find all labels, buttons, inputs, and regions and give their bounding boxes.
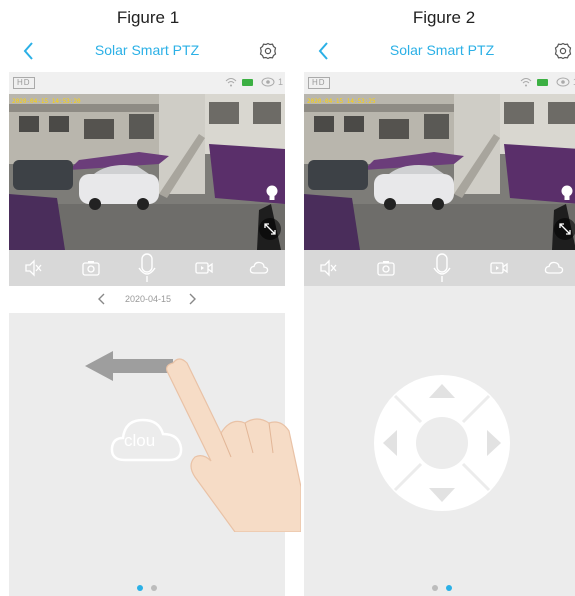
hd-quality-button[interactable]: HD (13, 77, 35, 89)
page-dot-1[interactable] (137, 585, 143, 591)
page-indicator (9, 578, 285, 591)
camera-scene (304, 94, 575, 250)
back-icon[interactable] (19, 40, 39, 62)
cloud-icon[interactable] (249, 258, 269, 278)
microphone-icon[interactable] (137, 252, 157, 284)
record-icon[interactable] (489, 258, 509, 278)
camera-live-view[interactable]: 2020-04-15 14:53:25 (304, 94, 575, 250)
app-screen-figure-2: Solar Smart PTZ HD 1 (304, 34, 575, 596)
page-indicator (304, 578, 575, 591)
figure-2-caption: Figure 2 (412, 8, 476, 27)
date-prev-icon[interactable] (97, 293, 107, 305)
settings-icon[interactable] (554, 42, 572, 60)
control-bar (9, 250, 285, 286)
fullscreen-icon[interactable] (259, 218, 281, 240)
page-dot-2[interactable] (446, 585, 452, 591)
camera-scene (9, 94, 285, 250)
battery-icon (537, 79, 548, 86)
wifi-icon (520, 78, 532, 87)
viewer-count: 1 (277, 77, 283, 87)
snapshot-icon[interactable] (376, 258, 396, 278)
date-label: 2020-04-15 (124, 294, 172, 304)
wifi-icon (225, 78, 237, 87)
page-title: Solar Smart PTZ (389, 42, 495, 58)
mute-icon[interactable] (23, 258, 43, 278)
swipe-left-arrow-icon (85, 351, 173, 381)
page-title: Solar Smart PTZ (94, 42, 200, 58)
status-bar: HD 1 (9, 72, 285, 94)
back-icon[interactable] (314, 40, 334, 62)
status-bar: HD 1 (304, 72, 575, 94)
app-header: Solar Smart PTZ (9, 34, 285, 70)
snapshot-icon[interactable] (81, 258, 101, 278)
app-header: Solar Smart PTZ (304, 34, 575, 70)
settings-icon[interactable] (259, 42, 277, 60)
swipe-area[interactable]: clou (9, 313, 301, 596)
battery-icon (242, 79, 253, 86)
control-bar (304, 250, 575, 286)
cloud-label: clou (124, 431, 156, 450)
eye-icon (261, 77, 275, 87)
record-icon[interactable] (194, 258, 214, 278)
page-dot-2[interactable] (151, 585, 157, 591)
hd-quality-button[interactable]: HD (308, 77, 330, 89)
bulb-icon[interactable] (265, 184, 279, 202)
date-selector: 2020-04-15 (9, 290, 285, 310)
cloud-icon[interactable] (544, 258, 564, 278)
app-screen-figure-1: Solar Smart PTZ HD 1 2020-04-15 14:53:20… (9, 34, 301, 596)
figure-1-caption: Figure 1 (116, 8, 180, 27)
page-dot-1[interactable] (432, 585, 438, 591)
video-timestamp: 2020-04-15 14:53:25 (307, 98, 376, 105)
bulb-icon[interactable] (560, 184, 574, 202)
fullscreen-icon[interactable] (554, 218, 575, 240)
mute-icon[interactable] (318, 258, 338, 278)
hand-icon (166, 358, 301, 532)
camera-live-view[interactable]: 2020-04-15 14:53:20 (9, 94, 285, 250)
date-next-icon[interactable] (187, 293, 197, 305)
video-timestamp: 2020-04-15 14:53:20 (12, 98, 81, 105)
eye-icon (556, 77, 570, 87)
microphone-icon[interactable] (432, 252, 452, 284)
ptz-pad-icon[interactable] (373, 374, 511, 512)
ptz-control-area (304, 286, 575, 596)
